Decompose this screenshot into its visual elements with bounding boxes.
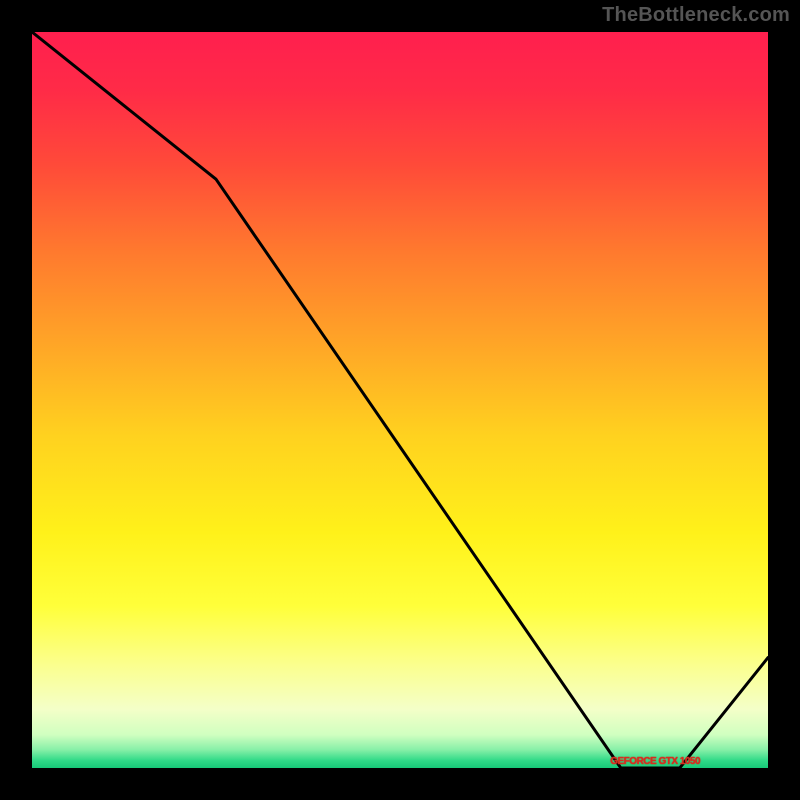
watermark-text: TheBottleneck.com bbox=[602, 4, 790, 27]
bottleneck-chart bbox=[32, 32, 768, 768]
plot-area: GEFORCE GTX 1050 bbox=[32, 32, 768, 768]
gpu-marker-label: GEFORCE GTX 1050 bbox=[610, 756, 700, 767]
gradient-background bbox=[32, 32, 768, 768]
chart-frame: TheBottleneck.com GEFORCE GTX 1050 bbox=[0, 0, 800, 800]
